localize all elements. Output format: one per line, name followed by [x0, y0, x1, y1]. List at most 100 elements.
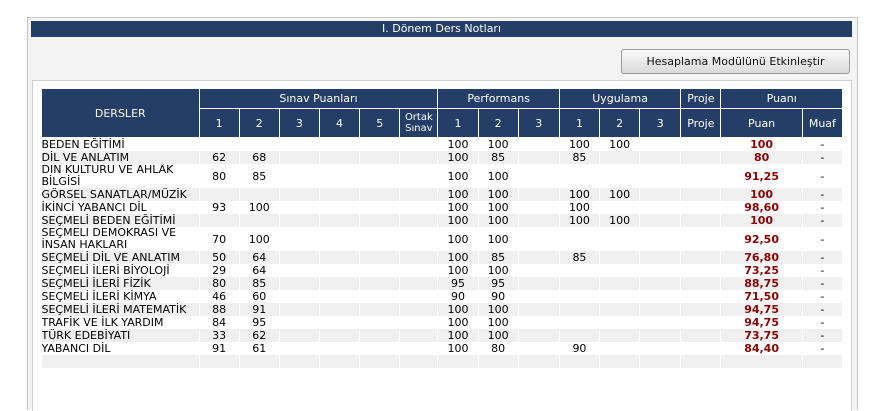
application-score-cell [599, 342, 641, 355]
exempt-cell: - [802, 303, 844, 316]
performance-score-cell: 85 [478, 251, 519, 264]
course-name: BEDEN EĞİTİMİ [41, 137, 200, 151]
performance-score-cell [518, 164, 560, 188]
exam-score-cell [399, 264, 439, 277]
exam-score-cell [399, 303, 439, 316]
final-score-cell: 100 [720, 214, 803, 227]
exam-score-cell: 50 [199, 251, 240, 264]
performance-score-cell: 100 [437, 329, 479, 342]
performance-score-cell: 100 [478, 316, 519, 329]
table-row [41, 355, 844, 368]
header-exempt: Muaf [801, 108, 844, 138]
application-score-cell [559, 290, 601, 303]
table-row: SEÇMELİ İLERİ MATEMATİK 88 91 100 100 94,75- [41, 303, 844, 316]
course-name: TRAFİK VE İLK YARDIM [41, 316, 200, 329]
application-score-cell [639, 151, 682, 164]
enable-calculation-button[interactable]: Hesaplama Modülünü Etkinleştir [621, 49, 850, 74]
performance-score-cell: 100 [478, 137, 519, 151]
application-score-cell: 85 [559, 251, 601, 264]
application-score-cell: 100 [599, 137, 641, 151]
application-score-cell [599, 329, 641, 342]
course-name: DİL VE ANLATIM [41, 151, 200, 164]
exam-score-cell [399, 214, 439, 227]
header-performance-2: 2 [477, 108, 519, 138]
table-row: SEÇMELİ BEDEN EĞİTİMİ 100 100 100 100 100- [41, 214, 844, 227]
exam-score-cell [319, 290, 361, 303]
performance-score-cell: 90 [437, 290, 479, 303]
performance-score-cell [518, 214, 560, 227]
performance-score-cell: 100 [437, 264, 479, 277]
header-row-groups: DERSLER Sınav Puanları Performans Uygula… [41, 88, 843, 138]
application-score-cell [599, 316, 641, 329]
final-score-cell: 71,50 [720, 290, 803, 303]
final-score-cell: 94,75 [720, 316, 803, 329]
exam-score-cell [399, 316, 439, 329]
performance-score-cell: 100 [437, 342, 479, 355]
table-row: SEÇMELİ İLERİ KİMYA 46 60 90 90 71,50- [41, 290, 844, 303]
exam-score-cell [359, 201, 401, 214]
exam-score-cell [319, 201, 361, 214]
exam-score-cell [359, 355, 401, 368]
project-score-cell [680, 303, 722, 316]
exam-score-cell [399, 227, 439, 251]
exam-score-cell [359, 188, 401, 201]
performance-score-cell: 100 [437, 251, 479, 264]
application-score-cell [639, 355, 682, 368]
application-score-cell [599, 355, 641, 368]
performance-score-cell: 100 [437, 137, 479, 151]
exam-score-cell [239, 188, 280, 201]
course-name [41, 355, 200, 368]
performance-score-cell: 95 [437, 277, 479, 290]
exam-score-cell [279, 188, 320, 201]
performance-score-cell: 100 [437, 188, 479, 201]
header-project-group: Proje [680, 88, 722, 109]
performance-score-cell: 90 [478, 290, 519, 303]
exam-score-cell: 62 [239, 329, 280, 342]
exam-score-cell [279, 277, 320, 290]
header-exam-3: 3 [278, 108, 320, 138]
project-score-cell [680, 290, 722, 303]
exam-score-cell [319, 342, 361, 355]
exempt-cell: - [802, 201, 844, 214]
course-name: TÜRK EDEBİYATI [41, 329, 200, 342]
exam-score-cell: 95 [239, 316, 280, 329]
application-score-cell [639, 188, 682, 201]
course-name: YABANCI DİL [41, 342, 200, 355]
exam-score-cell: 85 [239, 164, 280, 188]
performance-score-cell [518, 329, 560, 342]
course-name: SEÇMELİ DEMOKRASİ VE İNSAN HAKLARI [41, 227, 200, 251]
exam-score-cell [199, 137, 240, 151]
exam-score-cell: 62 [199, 151, 240, 164]
application-score-cell [559, 329, 601, 342]
final-score-cell: 80 [720, 151, 803, 164]
header-exam-2: 2 [238, 108, 280, 138]
exempt-cell: - [802, 290, 844, 303]
performance-score-cell: 100 [437, 316, 479, 329]
application-score-cell: 100 [559, 137, 601, 151]
exam-score-cell [279, 290, 320, 303]
exam-score-cell [359, 342, 401, 355]
exam-score-cell [359, 316, 401, 329]
exam-score-cell: 100 [239, 201, 280, 214]
project-score-cell [680, 227, 722, 251]
exam-score-cell [319, 214, 361, 227]
exam-score-cell [319, 188, 361, 201]
header-performance: Performans [437, 88, 560, 109]
header-application-3: 3 [639, 108, 682, 138]
exam-score-cell: 33 [199, 329, 240, 342]
application-score-cell [559, 164, 601, 188]
header-project: Proje [680, 108, 722, 138]
application-score-cell: 100 [559, 201, 601, 214]
table-row: TÜRK EDEBİYATI 33 62 100 100 73,75- [41, 329, 844, 342]
exam-score-cell [399, 355, 439, 368]
header-application-1: 1 [558, 108, 601, 138]
final-score-cell: 73,75 [720, 329, 803, 342]
header-exam-1: 1 [198, 108, 240, 138]
performance-score-cell: 100 [478, 188, 519, 201]
table-row: DİL VE ANLATIM 62 68 100 85 85 80- [41, 151, 844, 164]
application-score-cell [599, 251, 641, 264]
course-name: SEÇMELİ İLERİ BİYOLOJİ [41, 264, 200, 277]
application-score-cell [639, 290, 682, 303]
application-score-cell [639, 137, 682, 151]
application-score-cell: 100 [599, 214, 641, 227]
